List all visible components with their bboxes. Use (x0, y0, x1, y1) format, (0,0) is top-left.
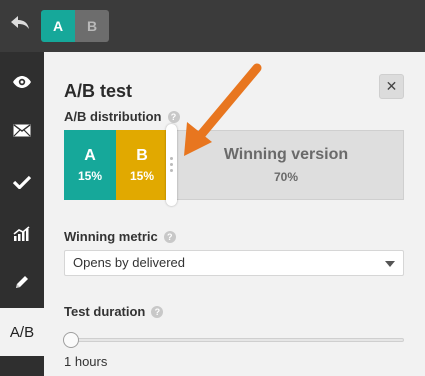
sidebar-item-email[interactable] (0, 106, 44, 154)
help-icon[interactable]: ? (167, 111, 180, 123)
eye-icon (13, 76, 31, 88)
test-duration-label: Test duration? (64, 304, 164, 319)
pencil-icon (16, 276, 28, 288)
test-duration-slider-track[interactable] (72, 338, 404, 342)
ab-test-panel: A/B test ✕ A/B distribution? A 15% B 15%… (44, 52, 425, 376)
winning-metric-label: Winning metric? (64, 229, 176, 244)
distribution-drag-handle[interactable] (166, 124, 177, 206)
test-duration-value: 1 hours (64, 354, 108, 369)
sidebar-item-confirm[interactable] (0, 158, 44, 206)
winning-metric-select[interactable]: Opens by delivered (64, 250, 404, 276)
variant-a-tab[interactable]: A (41, 10, 75, 42)
test-duration-slider-thumb[interactable] (63, 332, 79, 348)
top-bar: A B (0, 0, 425, 52)
sidebar-item-stats[interactable] (0, 210, 44, 258)
help-icon[interactable]: ? (163, 231, 176, 243)
checkmark-icon (13, 175, 31, 189)
back-arrow-icon[interactable] (8, 12, 32, 36)
sidebar-item-ab-test[interactable]: A/B (0, 308, 44, 356)
variant-a-share: A 15% (64, 130, 116, 200)
variant-b-tab[interactable]: B (75, 10, 109, 42)
sidebar: A/B (0, 52, 44, 376)
sidebar-item-edit[interactable] (0, 258, 44, 306)
winning-version-share: Winning version 70% (168, 130, 404, 200)
chevron-down-icon (385, 261, 395, 267)
help-icon[interactable]: ? (151, 306, 164, 318)
sidebar-item-preview[interactable] (0, 58, 44, 106)
envelope-icon (13, 123, 31, 136)
close-button[interactable]: ✕ (379, 74, 404, 99)
page-title: A/B test (64, 81, 133, 101)
ab-distribution-bar: A 15% B 15% Winning version 70% (64, 124, 404, 206)
close-icon: ✕ (385, 78, 398, 94)
variant-switcher: A B (41, 10, 109, 42)
variant-b-share: B 15% (116, 130, 168, 200)
distribution-label: A/B distribution? (64, 109, 180, 124)
chart-icon (13, 226, 30, 241)
